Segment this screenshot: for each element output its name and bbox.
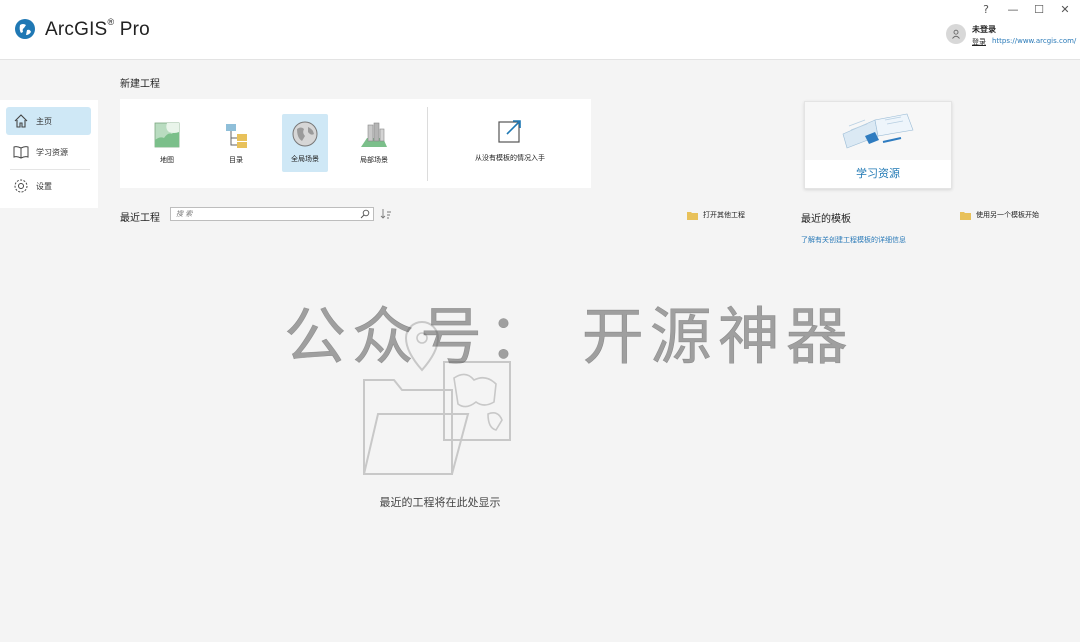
template-label: 地图 bbox=[160, 156, 174, 164]
signin-link[interactable]: 登录 bbox=[972, 37, 986, 47]
folder-icon bbox=[960, 211, 971, 220]
template-details-link[interactable]: 了解有关创建工程模板的详细信息 bbox=[801, 235, 906, 245]
map-icon bbox=[154, 122, 180, 148]
recent-projects-search-input[interactable]: 搜 索 bbox=[170, 207, 374, 221]
user-status: 未登录 bbox=[972, 25, 996, 34]
search-placeholder: 搜 索 bbox=[176, 210, 193, 218]
user-avatar-icon[interactable] bbox=[946, 24, 966, 44]
template-label: 局部场景 bbox=[360, 156, 388, 164]
portal-url: https://www.arcgis.com/ bbox=[992, 37, 1077, 45]
global-scene-icon bbox=[292, 121, 318, 147]
sidebar-item-home[interactable]: 主页 bbox=[6, 107, 91, 135]
template-label: 从没有模板的情况入手 bbox=[475, 154, 545, 162]
template-map[interactable]: 地图 bbox=[144, 115, 190, 173]
open-other-project-button[interactable]: 打开其他工程 bbox=[687, 208, 745, 222]
title-bar: ArcGIS® Pro ? — ☐ ✕ 未登录 登录 https://www.a… bbox=[0, 0, 1080, 60]
home-icon bbox=[12, 112, 30, 130]
template-label: 全局场景 bbox=[291, 155, 319, 163]
template-label: 目录 bbox=[229, 156, 243, 164]
folder-icon bbox=[687, 211, 698, 220]
catalog-icon bbox=[226, 124, 247, 148]
help-button[interactable]: ? bbox=[979, 3, 993, 16]
recent-templates-title: 最近的模板 bbox=[801, 214, 851, 225]
recent-projects-empty-text: 最近的工程将在此处显示 bbox=[379, 496, 501, 509]
minimize-button[interactable]: — bbox=[1006, 3, 1020, 16]
template-blank[interactable]: 从没有模板的情况入手 bbox=[470, 117, 550, 169]
arcgis-logo-icon bbox=[15, 19, 35, 39]
gear-icon bbox=[12, 177, 30, 195]
template-global-scene[interactable]: 全局场景 bbox=[282, 114, 328, 172]
maximize-button[interactable]: ☐ bbox=[1032, 3, 1046, 16]
recent-projects-title: 最近工程 bbox=[120, 213, 160, 224]
open-other-project-label: 打开其他工程 bbox=[703, 211, 745, 219]
sidebar-item-label: 学习资源 bbox=[36, 147, 68, 157]
external-arrow-icon bbox=[498, 120, 521, 143]
watermark-text: 公众号： 开源神器 bbox=[284, 300, 854, 374]
registered-mark: ® bbox=[107, 16, 115, 27]
sort-icon[interactable] bbox=[380, 208, 392, 220]
template-catalog[interactable]: 目录 bbox=[213, 115, 259, 173]
learning-resources-card[interactable]: 学习资源 bbox=[804, 101, 952, 189]
sidebar-item-settings[interactable]: 设置 bbox=[6, 172, 91, 200]
sidebar-item-label: 主页 bbox=[36, 116, 52, 126]
close-button[interactable]: ✕ bbox=[1058, 3, 1072, 16]
new-project-panel: 地图 目录 全局场景 局部场景 从没有模板的情况入手 bbox=[120, 99, 591, 188]
learning-illustration bbox=[805, 102, 951, 160]
app-title: ArcGIS® Pro bbox=[45, 16, 150, 41]
app-title-suffix: Pro bbox=[119, 19, 150, 40]
sidebar-item-label: 设置 bbox=[36, 181, 52, 191]
use-other-template-button[interactable]: 使用另一个模板开始 bbox=[960, 208, 1039, 222]
book-icon bbox=[12, 143, 30, 161]
template-local-scene[interactable]: 局部场景 bbox=[351, 115, 397, 173]
use-other-template-label: 使用另一个模板开始 bbox=[976, 211, 1039, 219]
local-scene-icon bbox=[361, 122, 387, 147]
sidebar: 主页 学习资源 设置 bbox=[0, 100, 98, 208]
open-book-icon bbox=[842, 113, 914, 149]
panel-divider bbox=[427, 107, 428, 181]
new-project-title: 新建工程 bbox=[120, 79, 160, 90]
search-icon[interactable] bbox=[360, 209, 370, 219]
person-icon bbox=[952, 29, 960, 39]
sidebar-divider bbox=[10, 169, 90, 170]
app-title-name: ArcGIS bbox=[45, 19, 108, 40]
sidebar-item-learning[interactable]: 学习资源 bbox=[6, 138, 91, 166]
learning-resources-label: 学习资源 bbox=[856, 167, 900, 180]
